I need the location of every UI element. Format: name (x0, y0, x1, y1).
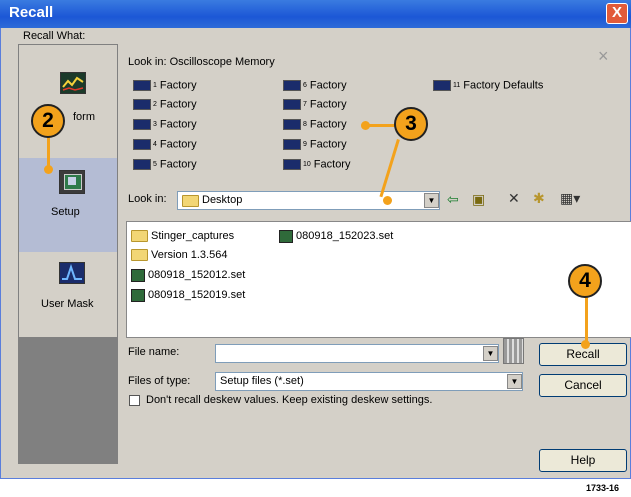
list-item[interactable]: Version 1.3.564 (131, 248, 227, 263)
nav-item-waveform-label: form (73, 111, 95, 123)
callout-2-leader (47, 136, 50, 168)
file-name-input[interactable]: ▼ (215, 344, 499, 363)
look-in-value: Desktop (202, 194, 243, 206)
setup-file-icon (131, 288, 145, 302)
memory-chip-icon (133, 139, 151, 150)
deskew-checkbox[interactable] (129, 395, 140, 406)
look-in-label: Look in: (128, 193, 167, 205)
figure-id: 1733-16 (586, 483, 620, 493)
memory-slot[interactable]: 5 Factory (133, 157, 197, 172)
look-in-dropdown-button[interactable]: ▼ (424, 193, 439, 208)
memory-slot[interactable]: 1 Factory (133, 78, 197, 93)
folder-icon (131, 230, 148, 243)
memory-slot[interactable]: 3 Factory (133, 117, 197, 132)
setup-file-icon (131, 268, 145, 282)
callout-2-dot (44, 165, 53, 174)
list-item[interactable]: Stinger_captures (131, 229, 234, 244)
memory-chip-icon (433, 80, 451, 91)
look-in-select[interactable]: Desktop ▼ (177, 191, 440, 210)
view-menu-icon[interactable]: ▦▾ (560, 190, 580, 207)
folder-icon (131, 249, 148, 262)
memory-close-icon[interactable]: × (598, 46, 609, 67)
memory-chip-icon (283, 80, 301, 91)
nav-item-user-mask-label: User Mask (41, 298, 94, 310)
file-name-label: File name: (128, 346, 180, 358)
memory-slot[interactable]: 6 Factory (283, 78, 347, 93)
nav-item-setup-label: Setup (51, 206, 80, 218)
close-button[interactable]: X (606, 3, 628, 24)
file-type-select[interactable]: Setup files (*.set) ▼ (215, 372, 523, 391)
cancel-button[interactable]: Cancel (539, 374, 627, 397)
file-type-label: Files of type: (128, 375, 191, 387)
callout-3-dot-a (361, 121, 370, 130)
list-item[interactable]: 080918_152012.set (131, 268, 245, 283)
callout-4: 4 (568, 264, 602, 298)
memory-chip-icon (133, 80, 151, 91)
up-folder-icon[interactable]: ▣ (472, 191, 485, 208)
memory-chip-icon (283, 139, 301, 150)
back-icon[interactable]: ⇦ (447, 191, 459, 208)
recall-what-label: Recall What: (23, 30, 86, 42)
keypad-icon[interactable] (503, 338, 524, 364)
new-folder-icon[interactable]: ✱ (533, 190, 545, 207)
memory-slot[interactable]: 4 Factory (133, 137, 197, 152)
memory-look-in-label: Look in: Oscilloscope Memory (128, 56, 275, 68)
memory-slot[interactable]: 8 Factory (283, 117, 347, 132)
setup-file-icon (279, 229, 293, 243)
memory-chip-icon (283, 119, 301, 130)
folder-icon (182, 195, 199, 207)
memory-chip-icon (133, 119, 151, 130)
list-item[interactable]: 080918_152019.set (131, 288, 245, 303)
list-item[interactable]: 080918_152023.set (279, 229, 393, 244)
file-type-dropdown-button[interactable]: ▼ (507, 374, 522, 389)
callout-4-dot (581, 340, 590, 349)
user-mask-icon (59, 262, 85, 284)
help-button[interactable]: Help (539, 449, 627, 472)
memory-chip-icon (133, 159, 151, 170)
callout-2: 2 (31, 104, 65, 138)
file-name-dropdown-button[interactable]: ▼ (483, 346, 498, 361)
memory-slot[interactable]: 2 Factory (133, 97, 197, 112)
memory-slot[interactable]: 10 Factory (283, 157, 350, 172)
delete-icon[interactable]: ✕ (508, 190, 520, 207)
setup-icon (59, 170, 85, 194)
memory-chip-icon (283, 99, 301, 110)
callout-3-leader-h (367, 124, 395, 127)
memory-slot[interactable]: 11 Factory Defaults (433, 78, 543, 93)
deskew-checkbox-label: Don't recall deskew values. Keep existin… (146, 394, 433, 406)
nav-item-setup[interactable]: Setup (19, 158, 117, 252)
memory-slot[interactable]: 7 Factory (283, 97, 347, 112)
waveform-icon (60, 72, 86, 94)
window-title: Recall (9, 4, 54, 21)
memory-chip-icon (133, 99, 151, 110)
memory-chip-icon (283, 159, 301, 170)
title-bar (0, 0, 631, 28)
callout-3-dot-b (383, 196, 392, 205)
callout-3: 3 (394, 107, 428, 141)
memory-slot[interactable]: 9 Factory (283, 137, 347, 152)
callout-4-leader (585, 297, 588, 345)
nav-item-user-mask[interactable]: User Mask (19, 256, 117, 326)
